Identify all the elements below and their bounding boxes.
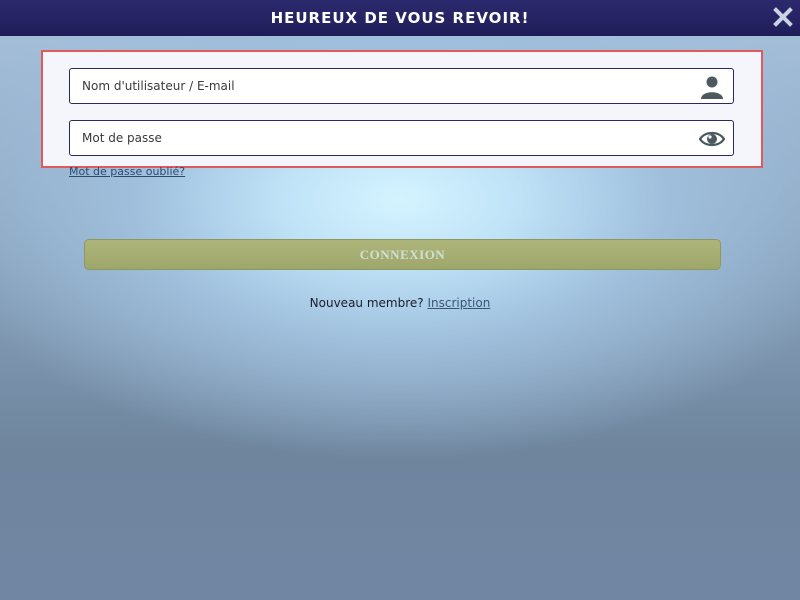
close-icon[interactable] xyxy=(772,6,794,28)
username-field[interactable] xyxy=(69,68,734,104)
page-title: HEUREUX DE VOUS REVOIR! xyxy=(270,9,530,27)
signup-link[interactable]: Inscription xyxy=(427,296,490,310)
password-input[interactable] xyxy=(82,121,682,155)
signup-row: Nouveau membre? Inscription xyxy=(0,296,800,310)
eye-icon[interactable] xyxy=(699,126,725,152)
username-input[interactable] xyxy=(82,69,682,103)
connexion-button[interactable]: CONNEXION xyxy=(84,239,721,270)
user-icon xyxy=(701,76,723,99)
login-screen: HEUREUX DE VOUS REVOIR! Mot de passe oub… xyxy=(0,0,800,600)
header-bar: HEUREUX DE VOUS REVOIR! xyxy=(0,0,800,36)
forgot-password-link[interactable]: Mot de passe oublié? xyxy=(69,165,185,178)
password-field[interactable] xyxy=(69,120,734,156)
signup-prompt: Nouveau membre? xyxy=(309,296,428,310)
